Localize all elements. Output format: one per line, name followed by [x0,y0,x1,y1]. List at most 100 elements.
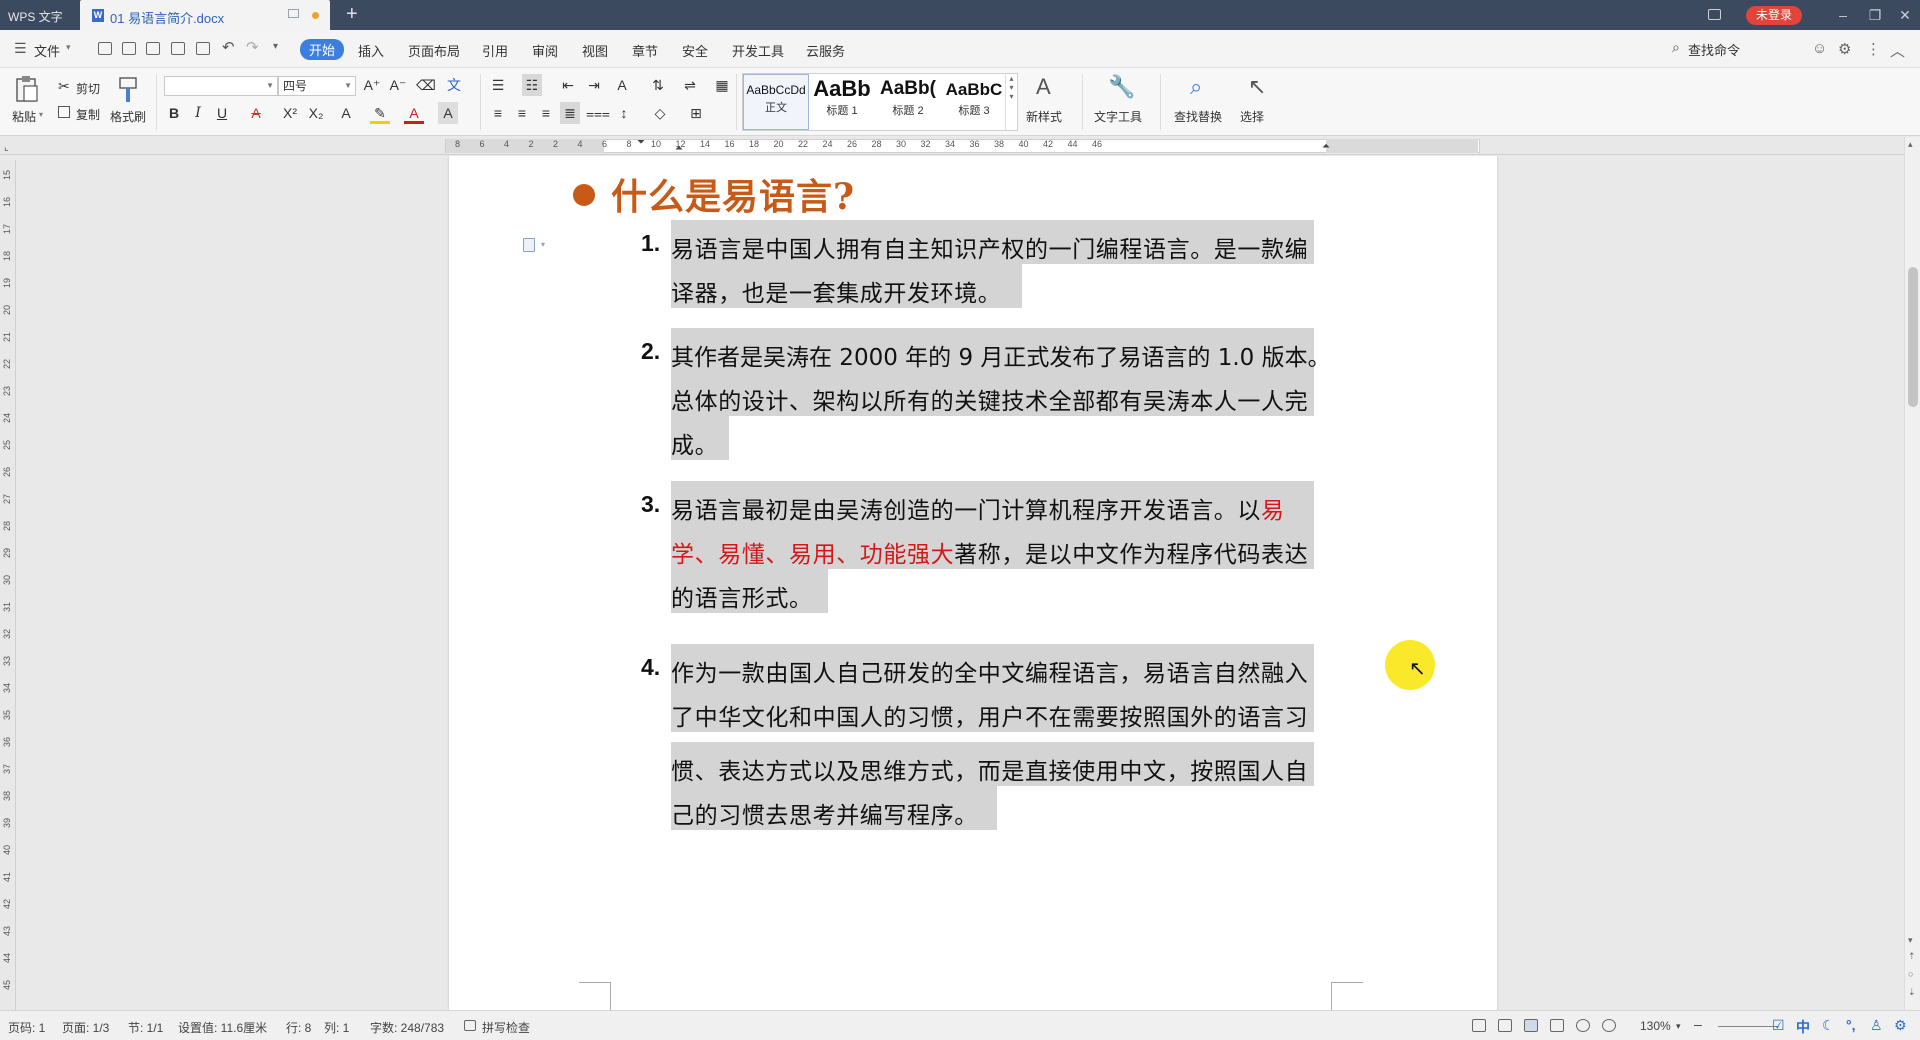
tab-review[interactable]: 审阅 [532,41,558,60]
eye-protection-icon[interactable] [1602,1019,1616,1032]
fill-color-icon[interactable]: ◇ [650,102,670,124]
tab-security[interactable]: 安全 [682,41,708,60]
status-word-count[interactable]: 字数: 248/783 [370,1019,444,1036]
status-page-number[interactable]: 页码: 1 [8,1019,45,1036]
tab-page-layout[interactable]: 页面布局 [408,41,460,60]
window-layout-icon[interactable] [1708,9,1721,20]
style-heading-2[interactable]: AaBb( 标题 2 [875,74,941,130]
scrollbar-thumb[interactable] [1908,267,1918,407]
cursor-select-icon[interactable]: ↖ [1248,74,1266,100]
spell-check-button[interactable]: 拼写检查 [482,1019,530,1036]
text-effect-icon[interactable]: A [336,102,356,124]
undo-icon[interactable]: ↶ [222,38,235,56]
monitor-icon[interactable] [288,9,299,18]
font-size-combo[interactable]: 四号 ▼ [278,76,356,96]
two-page-view-icon[interactable] [1498,1019,1512,1032]
fullscreen-icon[interactable] [1472,1019,1486,1032]
italic-icon[interactable]: I [188,102,208,124]
list-item-line[interactable]: 译器，也是一套集成开发环境。 [671,274,1001,308]
cut-button[interactable]: 剪切 [76,80,100,97]
moon-icon[interactable]: ☾ [1822,1017,1835,1034]
grow-font-icon[interactable]: A⁺ [362,74,382,96]
new-tab-plus-icon[interactable]: + [346,3,358,26]
list-item-line[interactable]: 易语言最初是由吴涛创造的一门计算机程序开发语言。以易 [671,491,1285,525]
find-replace-button[interactable]: 查找替换 [1174,108,1222,125]
list-item-line[interactable]: 的语言形式。 [671,579,813,613]
chevron-down-icon[interactable]: ▾ [66,42,71,53]
status-setting[interactable]: 设置值: 11.6厘米 [178,1019,267,1036]
list-item-line[interactable]: 成。 [671,426,718,460]
restore-icon[interactable]: ❐ [1864,5,1886,25]
save-icon[interactable] [122,42,136,55]
status-row[interactable]: 行: 8 [286,1019,311,1036]
numbered-list-icon[interactable]: ☷ [522,74,542,96]
subscript-icon[interactable]: X₂ [306,102,326,124]
gear-icon[interactable]: ⚙ [1838,40,1851,58]
find-icon[interactable]: ⌕ [1190,74,1202,100]
zoom-level[interactable]: 130% [1640,1019,1671,1033]
paste-icon[interactable] [14,76,40,104]
document-tab[interactable]: W 01 易语言简介.docx [80,0,330,30]
list-item-line[interactable]: 作为一款由国人自己研发的全中文编程语言，易语言自然融入 [671,654,1308,688]
document-workspace[interactable]: 什么是易语言? ▾ 1. 易语言是中国人拥有自主知识产权的一门编程语言。是一款编… [16,156,1904,1010]
bold-icon[interactable]: B [164,102,184,124]
align-right-icon[interactable]: ≡ [536,102,556,124]
align-center-icon[interactable]: ≡ [512,102,532,124]
phonetic-guide-icon[interactable]: 文 [444,74,464,96]
underline-icon[interactable]: U [212,102,232,124]
char-shading-icon[interactable]: A [438,102,458,124]
zoom-slider[interactable] [1718,1026,1778,1027]
menu-file[interactable]: 文件 [34,41,60,60]
border-icon[interactable]: ⊞ [686,102,706,124]
new-style-button[interactable]: 新样式 [1026,108,1062,125]
paste-dropdown-icon[interactable]: ▾ [39,110,43,119]
tab-cloud[interactable]: 云服务 [806,41,845,60]
ime-indicator[interactable]: 中 [1796,1017,1810,1037]
scroll-down-icon[interactable]: ▾ [1908,935,1913,946]
close-icon[interactable]: ✕ [1894,5,1916,25]
search-icon[interactable]: ⌕ [1672,39,1680,56]
list-item-line[interactable]: 易语言是中国人拥有自主知识产权的一门编程语言。是一款编 [671,230,1308,264]
shrink-font-icon[interactable]: A⁻ [388,74,408,96]
tab-references[interactable]: 引用 [482,41,508,60]
increase-indent-icon[interactable]: ⇥ [584,74,604,96]
justify-icon[interactable]: ≣ [560,102,580,124]
list-item-line[interactable]: 学、易懂、易用、功能强大著称，是以中文作为程序代码表达 [671,535,1308,569]
table-icon[interactable]: ▦ [712,74,732,96]
tab-insert[interactable]: 插入 [358,41,384,60]
tab-chapter[interactable]: 章节 [632,41,658,60]
web-view-icon[interactable] [1576,1019,1590,1032]
strikethrough-icon[interactable]: A [246,102,266,124]
wrench-icon[interactable]: 🔧 [1108,74,1135,100]
copy-icon[interactable] [58,106,70,118]
tab-developer[interactable]: 开发工具 [732,41,784,60]
more-icon[interactable]: ⋮ [1866,40,1881,58]
decrease-indent-icon[interactable]: ⇤ [558,74,578,96]
tray-check-icon[interactable]: ☑ [1772,1017,1785,1034]
tab-marker-icon[interactable]: ⏶ [675,143,683,154]
font-color-icon[interactable]: A [404,102,424,124]
list-item-line[interactable]: 总体的设计、架构以所有的关键技术全部都有吴涛本人一人完 [671,382,1308,416]
select-button[interactable]: 选择 [1240,108,1264,125]
user-icon[interactable]: ♙ [1870,1017,1883,1034]
comment-icon[interactable]: ☺ [1812,40,1827,57]
style-heading-1[interactable]: AaBb 标题 1 [809,74,875,130]
right-indent-marker-icon[interactable]: ⏶ [1322,141,1330,152]
open-folder-icon[interactable] [98,42,112,55]
list-item-line[interactable]: 了中华文化和中国人的习惯，用户不在需要按照国外的语言习 [671,698,1308,732]
list-item-line[interactable]: 惯、表达方式以及思维方式，而是直接使用中文，按照国人自 [671,752,1308,786]
prev-page-icon[interactable]: ⇡ [1908,951,1916,962]
collapse-ribbon-icon[interactable]: ︿ [1890,40,1905,61]
redo-icon[interactable]: ↷ [246,38,259,56]
paragraph-layout-icon[interactable] [523,238,535,252]
status-column[interactable]: 列: 1 [324,1019,349,1036]
list-item-line[interactable]: 其作者是吴涛在 2000 年的 9 月正式发布了易语言的 1.0 版本。 [671,338,1331,372]
sort-icon[interactable]: ⇅ [648,74,668,96]
search-command[interactable]: 查找命令 [1688,40,1740,59]
show-marks-icon[interactable]: ⇌ [680,74,700,96]
punctuation-icon[interactable]: °, [1846,1017,1856,1033]
highlight-icon[interactable]: ✎ [370,102,390,124]
format-painter-button[interactable]: 格式刷 [110,108,146,125]
unsaved-dot-icon[interactable] [312,12,319,19]
page-view-icon[interactable] [1524,1019,1538,1032]
